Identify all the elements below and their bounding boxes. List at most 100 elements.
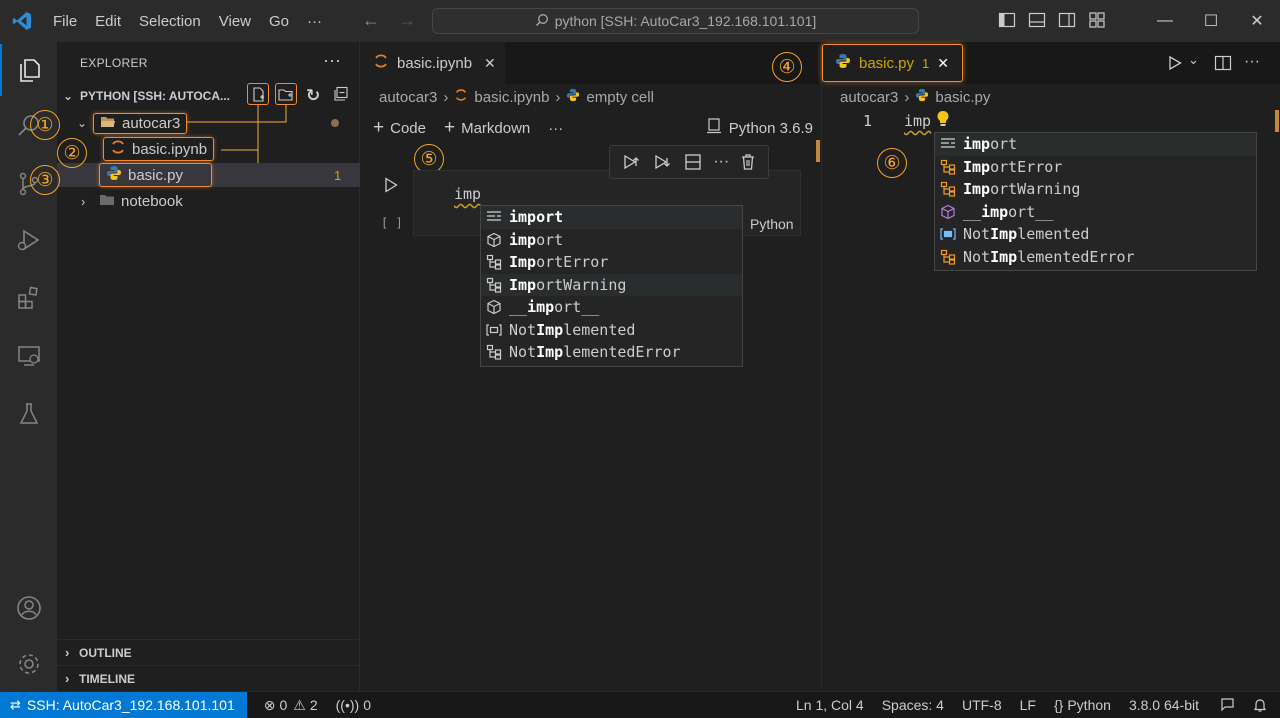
add-code-cell-button[interactable]: + Code bbox=[373, 117, 426, 139]
run-debug-icon[interactable] bbox=[0, 214, 57, 266]
breadcrumb-item[interactable]: autocar3 bbox=[840, 89, 898, 106]
cell-language-label[interactable]: Python bbox=[750, 216, 794, 232]
suggestion-item[interactable]: ImportWarning bbox=[935, 178, 1256, 201]
encoding[interactable]: UTF-8 bbox=[953, 697, 1011, 713]
suggestion-item[interactable]: __import__ bbox=[481, 296, 742, 319]
suggestion-item[interactable]: ImportError bbox=[481, 251, 742, 274]
breadcrumb-item[interactable]: autocar3 bbox=[379, 89, 437, 106]
split-editor-icon[interactable] bbox=[1214, 54, 1232, 75]
customize-layout-icon[interactable] bbox=[1088, 11, 1106, 29]
forward-arrow-icon[interactable]: → bbox=[398, 10, 416, 31]
outline-section-header[interactable]: › OUTLINE bbox=[57, 639, 360, 665]
tree-item-autocar3[interactable]: ⌄ autocar3 bbox=[57, 111, 360, 135]
execute-above-icon[interactable] bbox=[622, 153, 642, 171]
kernel-picker[interactable]: Python 3.6.9 bbox=[706, 118, 813, 138]
python-interpreter[interactable]: 3.8.0 64-bit bbox=[1120, 697, 1208, 713]
run-dropdown-chevron-icon[interactable]: ⌄ bbox=[1188, 52, 1199, 68]
close-window-icon[interactable]: ✕ bbox=[1234, 0, 1280, 42]
module-kind-icon bbox=[485, 231, 503, 249]
notifications-bell-icon[interactable] bbox=[1248, 697, 1280, 713]
accounts-icon[interactable] bbox=[0, 582, 57, 634]
suggestion-item[interactable]: import bbox=[481, 206, 742, 229]
cursor-position[interactable]: Ln 1, Col 4 bbox=[787, 697, 873, 713]
problems-indicator[interactable]: ⊗ 0 ⚠ 2 bbox=[255, 697, 327, 714]
maximize-icon[interactable]: ☐ bbox=[1188, 0, 1234, 42]
suggestion-item[interactable]: ImportError bbox=[935, 156, 1256, 179]
ports-count: 0 bbox=[363, 697, 371, 713]
suggestion-item[interactable]: ImportWarning bbox=[481, 273, 742, 296]
tab-basic-ipynb[interactable]: basic.ipynb ✕ bbox=[361, 42, 505, 84]
chevron-right-icon: › bbox=[555, 88, 561, 106]
lightbulb-icon[interactable] bbox=[936, 110, 950, 131]
feedback-icon[interactable] bbox=[1208, 697, 1248, 713]
back-arrow-icon[interactable]: ← bbox=[362, 10, 380, 31]
menu-go[interactable]: Go bbox=[260, 13, 298, 30]
tree-item-basic-ipynb[interactable]: basic.ipynb bbox=[57, 137, 360, 161]
suggestion-item[interactable]: NotImplemented bbox=[481, 319, 742, 342]
breadcrumb-item[interactable]: basic.py bbox=[935, 89, 990, 106]
suggestion-item[interactable]: NotImplementedError bbox=[481, 341, 742, 364]
toggle-primary-sidebar-icon[interactable] bbox=[998, 11, 1016, 29]
execute-below-icon[interactable] bbox=[653, 153, 673, 171]
class-kind-icon bbox=[939, 180, 957, 198]
add-markdown-cell-button[interactable]: + Markdown bbox=[444, 117, 530, 139]
suggestion-label: __import__ bbox=[963, 202, 1054, 221]
close-tab-icon[interactable]: ✕ bbox=[484, 55, 496, 72]
menu-file[interactable]: File bbox=[44, 13, 86, 30]
delete-cell-icon[interactable] bbox=[740, 153, 756, 171]
suggestion-item[interactable]: import bbox=[935, 133, 1256, 156]
explorer-icon[interactable] bbox=[0, 44, 57, 96]
ports-indicator[interactable]: ((•)) 0 bbox=[327, 697, 380, 713]
keyword-kind-icon bbox=[485, 208, 503, 226]
editor-code-text[interactable]: imp bbox=[904, 112, 931, 130]
cell-execution-count: [ ] bbox=[381, 216, 403, 230]
tree-item-label: basic.py bbox=[128, 166, 184, 184]
command-center-search[interactable]: python [SSH: AutoCar3_192.168.101.101] bbox=[432, 8, 919, 34]
editor-more-actions[interactable]: ··· bbox=[1244, 53, 1260, 71]
settings-gear-icon[interactable] bbox=[0, 638, 57, 690]
class-kind-icon bbox=[485, 253, 503, 271]
title-bar: File Edit Selection View Go ··· ← → pyth… bbox=[0, 0, 1280, 42]
tree-item-notebook[interactable]: › notebook bbox=[57, 189, 360, 213]
python-file-icon bbox=[835, 53, 851, 73]
editor-group-python: basic.py 1 ✕ ⌄ ··· ④ autocar3 › basic.py… bbox=[772, 42, 1280, 691]
cell-more-actions[interactable]: ··· bbox=[713, 153, 729, 171]
tab-basic-py[interactable]: basic.py 1 ✕ bbox=[822, 44, 963, 82]
jupyter-notebook-icon bbox=[110, 139, 126, 159]
toggle-panel-icon[interactable] bbox=[1028, 11, 1046, 29]
minimize-icon[interactable]: — bbox=[1142, 0, 1188, 42]
close-tab-icon[interactable]: ✕ bbox=[937, 55, 949, 72]
tree-item-basic-py[interactable]: basic.py 1 bbox=[57, 163, 360, 187]
cell-code-text[interactable]: imp bbox=[454, 185, 481, 203]
remote-explorer-icon[interactable] bbox=[0, 330, 57, 382]
remote-indicator[interactable]: ⇄ SSH: AutoCar3_192.168.101.101 bbox=[0, 691, 247, 718]
indentation[interactable]: Spaces: 4 bbox=[873, 697, 953, 713]
suggestion-item[interactable]: NotImplementedError bbox=[935, 246, 1256, 269]
toggle-secondary-sidebar-icon[interactable] bbox=[1058, 11, 1076, 29]
suggestion-item[interactable]: import bbox=[481, 229, 742, 252]
breadcrumb-item[interactable]: basic.ipynb bbox=[474, 89, 549, 106]
timeline-section-header[interactable]: › TIMELINE bbox=[57, 665, 360, 691]
menu-view[interactable]: View bbox=[210, 13, 260, 30]
end-of-line[interactable]: LF bbox=[1011, 697, 1045, 713]
module-kind-icon bbox=[939, 203, 957, 221]
testing-flask-icon[interactable] bbox=[0, 388, 57, 440]
run-python-file-icon[interactable] bbox=[1167, 55, 1183, 74]
scrollbar-indicator[interactable] bbox=[1275, 110, 1279, 132]
suggestion-label: NotImplementedError bbox=[509, 343, 681, 362]
suggestion-item[interactable]: NotImplemented bbox=[935, 223, 1256, 246]
split-cell-icon[interactable] bbox=[684, 153, 702, 171]
menu-edit[interactable]: Edit bbox=[86, 13, 130, 30]
kernel-label: Python 3.6.9 bbox=[728, 119, 813, 137]
language-mode[interactable]: {} Python bbox=[1045, 697, 1120, 713]
notebook-more-actions[interactable]: ··· bbox=[548, 120, 563, 137]
menu-more[interactable]: ··· bbox=[298, 13, 331, 30]
suggestion-item[interactable]: __import__ bbox=[935, 201, 1256, 224]
suggestion-label: NotImplemented bbox=[963, 225, 1090, 244]
run-cell-icon[interactable] bbox=[384, 177, 398, 196]
extensions-icon[interactable] bbox=[0, 272, 57, 324]
menu-selection[interactable]: Selection bbox=[130, 13, 210, 30]
timeline-title: TIMELINE bbox=[79, 671, 135, 686]
breadcrumb-item[interactable]: empty cell bbox=[586, 89, 654, 106]
class-kind-icon bbox=[485, 276, 503, 294]
